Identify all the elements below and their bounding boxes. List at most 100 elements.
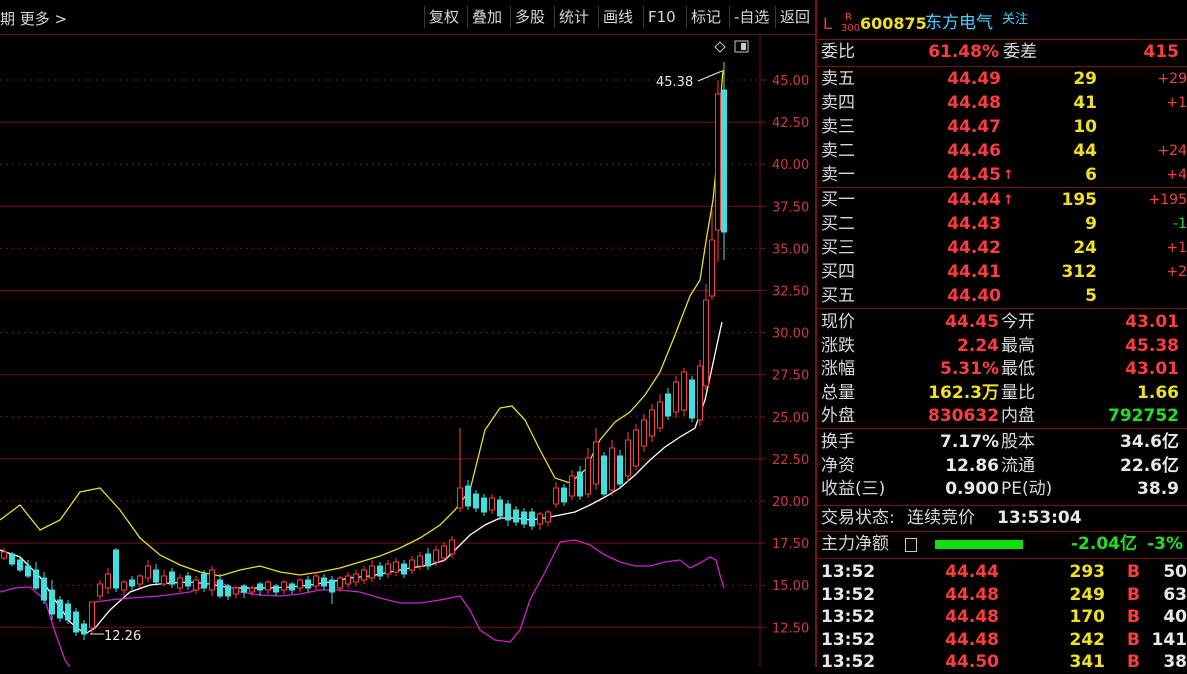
tick-price: 44.48	[945, 606, 999, 629]
candle-body	[530, 512, 535, 526]
quote-label: 外盘	[821, 405, 855, 428]
more-menu[interactable]: 期 更多 >	[0, 8, 67, 29]
high-price-label: 45.38	[656, 75, 693, 90]
ask-row[interactable]: 卖二44.4644+24	[817, 140, 1187, 163]
candle-body	[514, 510, 519, 522]
quote-row: 外盘830632内盘792752	[817, 405, 1187, 428]
bid-row[interactable]: 买五44.405	[817, 285, 1187, 308]
candle-body	[538, 514, 543, 524]
fund-label: 换手	[821, 431, 855, 454]
candlestick-chart[interactable]: 45.0042.5040.0037.5035.0032.5030.0027.50…	[0, 34, 815, 667]
diamond-icon[interactable]	[715, 42, 725, 52]
tick-volume: 341	[1070, 651, 1106, 674]
candle-body	[650, 410, 655, 436]
ask-price: 44.47	[947, 116, 1001, 139]
tick-side: B	[1127, 584, 1140, 607]
tick-volume: 293	[1070, 561, 1106, 584]
main-flow-label: 主力净额	[821, 533, 889, 556]
multi-stock-button[interactable]: 多股	[510, 6, 549, 28]
tick-row[interactable]: 13:5244.48170B40	[817, 606, 1187, 629]
tick-count: 141	[1152, 629, 1187, 652]
quote-panel: L R 300 600875 东方电气 关注 委比 61.48% 委差 415 …	[817, 0, 1187, 667]
remove-watch-button[interactable]: -自选	[729, 6, 773, 28]
price-axis-label: 22.50	[772, 453, 809, 468]
quote-value: 792752	[1108, 405, 1179, 428]
ask-price: 44.49	[947, 68, 1001, 91]
tick-row[interactable]: 13:5244.48249B63	[817, 584, 1187, 607]
statistics-button[interactable]: 统计	[554, 6, 593, 28]
bid-row[interactable]: 买四44.41312+2	[817, 261, 1187, 284]
list-icon[interactable]	[905, 538, 917, 552]
candle-body	[226, 586, 231, 596]
tick-row[interactable]: 13:5244.48242B141	[817, 629, 1187, 652]
candle-body	[458, 488, 463, 508]
price-axis-label: 42.50	[772, 116, 809, 131]
bid-row[interactable]: 买三44.4224+1	[817, 237, 1187, 260]
bid-row[interactable]: 买一44.44↑195+195	[817, 189, 1187, 212]
ask-row[interactable]: 卖三44.4710	[817, 116, 1187, 139]
ask-price: 44.46	[947, 140, 1001, 163]
quote-value: 5.31%	[940, 358, 999, 381]
candle-body	[330, 580, 335, 592]
follow-link[interactable]: 关注	[1002, 8, 1028, 31]
candle-body	[146, 566, 151, 578]
bid-row[interactable]: 买二44.439-1	[817, 213, 1187, 236]
mark-button[interactable]: 标记	[686, 6, 725, 28]
candle-body	[410, 560, 415, 570]
tick-volume: 242	[1070, 629, 1106, 652]
price-axis-label: 27.50	[772, 369, 809, 384]
candle-body	[634, 430, 639, 466]
candle-body	[362, 570, 367, 580]
ask-price: 44.48	[947, 92, 1001, 115]
bid-change: +1	[1166, 237, 1187, 260]
tick-count: 63	[1163, 584, 1187, 607]
tick-row[interactable]: 13:5244.50341B38	[817, 651, 1187, 674]
candle-body	[378, 566, 383, 576]
price-axis-label: 35.00	[772, 242, 809, 257]
candle-body	[178, 578, 183, 588]
quote-row: 涨幅5.31%最低43.01	[817, 358, 1187, 381]
candle-body	[90, 602, 95, 628]
candle-body	[66, 604, 71, 620]
ask-row[interactable]: 卖一44.45↑6+4	[817, 164, 1187, 187]
quote-label: 最低	[1001, 358, 1035, 381]
ask-level-label: 卖二	[821, 140, 855, 163]
candle-body	[698, 366, 703, 420]
high-price-marker: 45.38	[656, 71, 722, 90]
candle-body	[402, 564, 407, 574]
f10-button[interactable]: F10	[643, 6, 680, 28]
quote-label: 内盘	[1001, 405, 1035, 428]
ask-row[interactable]: 卖五44.4929+29	[817, 68, 1187, 91]
candle-body	[218, 580, 223, 596]
candle-body	[42, 578, 47, 600]
candle-body	[354, 574, 359, 582]
ask-volume: 6	[1085, 164, 1097, 187]
tick-row[interactable]: 13:5244.44293B50	[817, 561, 1187, 584]
overlay-button[interactable]: 叠加	[467, 6, 506, 28]
back-button[interactable]: 返回	[775, 6, 814, 28]
ask-row[interactable]: 卖四44.4841+1	[817, 92, 1187, 115]
chart-corner-icons[interactable]	[715, 41, 748, 52]
candle-body	[642, 420, 647, 446]
candle-body	[490, 498, 495, 510]
candle-body	[282, 582, 287, 590]
candle-body	[194, 580, 199, 590]
candle-body	[274, 586, 279, 592]
grid-lines	[0, 80, 760, 627]
candle-body	[450, 540, 455, 554]
adjust-button[interactable]: 复权	[424, 6, 463, 28]
draw-line-button[interactable]: 画线	[598, 6, 637, 28]
fund-label: PE(动)	[1001, 478, 1052, 501]
candle-body	[482, 498, 487, 512]
candle-body	[586, 458, 591, 494]
candle-body	[290, 584, 295, 590]
quote-label: 总量	[821, 382, 855, 405]
ask-volume: 41	[1073, 92, 1097, 115]
candle-body	[370, 566, 375, 578]
candle-body	[610, 448, 615, 490]
candle-body	[682, 372, 687, 410]
candle-body	[258, 584, 263, 590]
candle-body	[162, 576, 167, 584]
band-line	[0, 70, 723, 576]
bid-level-label: 买一	[821, 189, 855, 212]
